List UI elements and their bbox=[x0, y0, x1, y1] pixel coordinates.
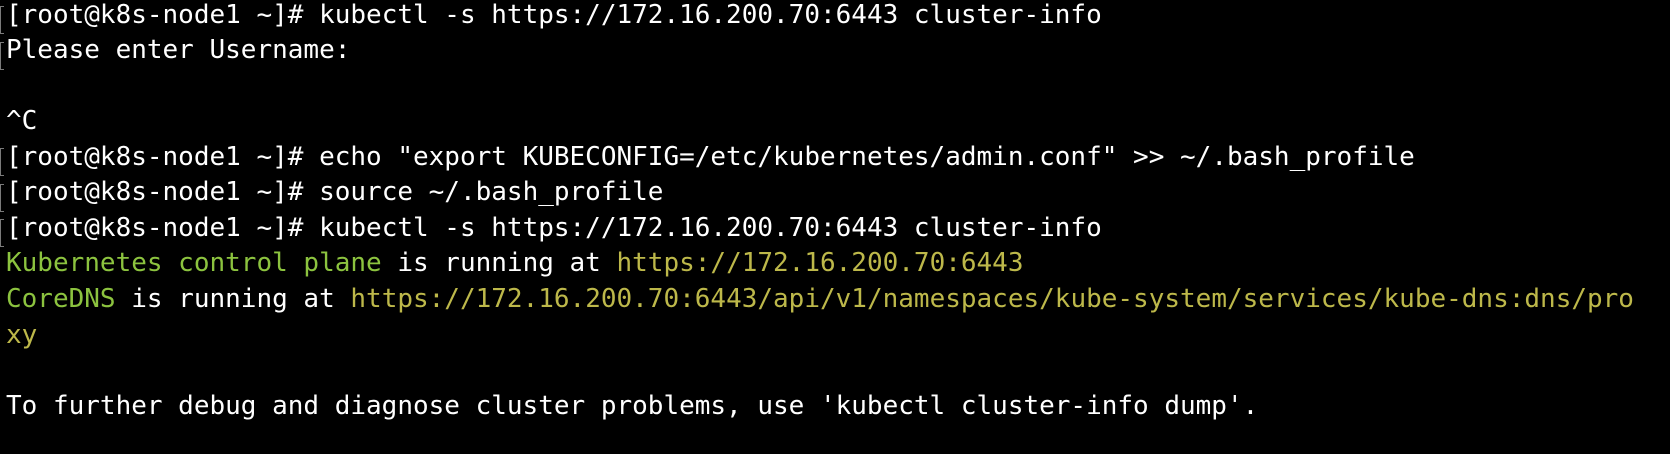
prompt: [root@k8s-node1 ~]# bbox=[6, 177, 304, 207]
output-line: To further debug and diagnose cluster pr… bbox=[6, 391, 1259, 421]
prompt-line: [root@k8s-node1 ~]# kubectl -s https://1… bbox=[6, 209, 1102, 247]
output-text: is running at bbox=[381, 248, 617, 278]
output-line: Please enter Username: bbox=[6, 35, 351, 65]
line-marker-icon bbox=[0, 148, 4, 176]
output-line: ^C bbox=[6, 106, 38, 136]
command-text: kubectl -s https://172.16.200.70:6443 cl… bbox=[303, 0, 1102, 30]
line-marker-icon bbox=[0, 219, 4, 247]
url-link: xy bbox=[6, 320, 38, 350]
output-line: Kubernetes control plane is running at h… bbox=[6, 244, 1024, 282]
output-text: is running at bbox=[115, 284, 351, 314]
service-name: Kubernetes control plane bbox=[6, 248, 382, 278]
line-marker-icon bbox=[0, 6, 4, 34]
line-marker-icon bbox=[0, 184, 4, 212]
prompt-line: [root@k8s-node1 ~]# echo "export KUBECON… bbox=[6, 138, 1415, 176]
line-marker-icon bbox=[0, 42, 4, 70]
prompt-line: [root@k8s-node1 ~]# source ~/.bash_profi… bbox=[6, 173, 663, 211]
terminal-window[interactable]: [root@k8s-node1 ~]# kubectl -s https://1… bbox=[0, 0, 1670, 454]
output-line: xy bbox=[6, 316, 37, 354]
command-text: kubectl -s https://172.16.200.70:6443 cl… bbox=[303, 213, 1102, 243]
prompt-line: [root@k8s-node1 ~]# kubectl -s https://1… bbox=[6, 0, 1102, 34]
command-text: source ~/.bash_profile bbox=[303, 177, 664, 207]
url-link: https://172.16.200.70:6443/api/v1/namesp… bbox=[350, 284, 1634, 314]
service-name: CoreDNS bbox=[6, 284, 116, 314]
prompt: [root@k8s-node1 ~]# bbox=[6, 142, 304, 172]
prompt: [root@k8s-node1 ~]# bbox=[6, 0, 304, 30]
command-text: echo "export KUBECONFIG=/etc/kubernetes/… bbox=[303, 142, 1415, 172]
prompt: [root@k8s-node1 ~]# bbox=[6, 213, 304, 243]
output-line: CoreDNS is running at https://172.16.200… bbox=[6, 280, 1634, 318]
url-link: https://172.16.200.70:6443 bbox=[616, 248, 1024, 278]
